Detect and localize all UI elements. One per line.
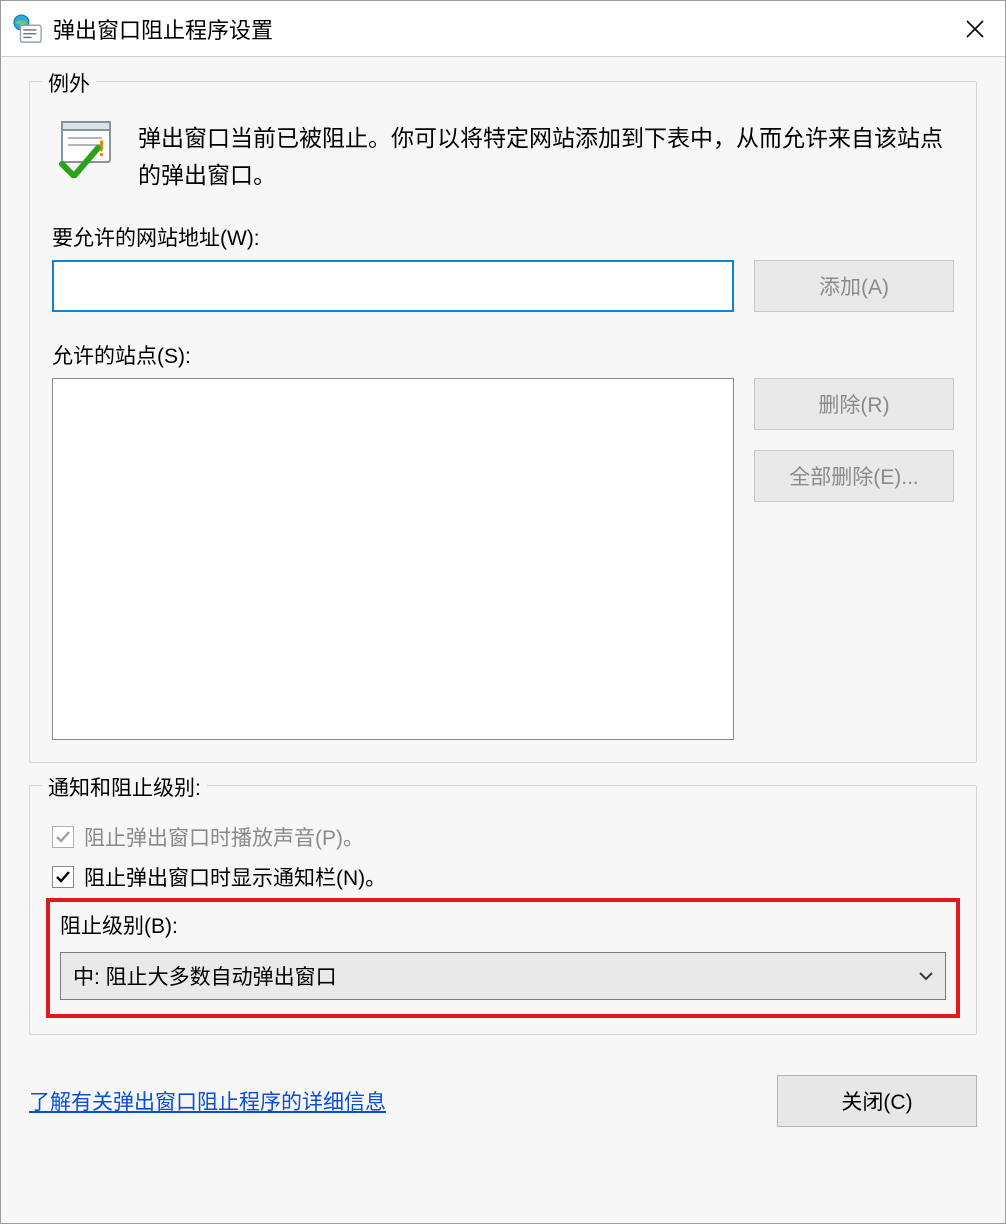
address-input[interactable] bbox=[52, 260, 734, 312]
checkbox-icon bbox=[52, 866, 74, 888]
info-page-icon: ! bbox=[56, 118, 116, 178]
chevron-down-icon bbox=[917, 967, 935, 985]
info-description: 弹出窗口当前已被阻止。你可以将特定网站添加到下表中，从而允许来自该站点的弹出窗口… bbox=[138, 118, 954, 194]
remove-button[interactable]: 删除(R) bbox=[754, 378, 954, 430]
dialog-footer: 了解有关弹出窗口阻止程序的详细信息 关闭(C) bbox=[29, 1075, 977, 1127]
allowed-sites-label: 允许的站点(S): bbox=[52, 340, 954, 370]
notifications-legend: 通知和阻止级别: bbox=[42, 772, 207, 802]
exceptions-group: 例外 ! 弹出窗口当前已被阻止。你可以将特定网站添加到下表中，从而允许来自该站点… bbox=[29, 81, 977, 763]
dialog-title: 弹出窗口阻止程序设置 bbox=[53, 13, 945, 45]
learn-more-link[interactable]: 了解有关弹出窗口阻止程序的详细信息 bbox=[29, 1086, 386, 1116]
add-button[interactable]: 添加(A) bbox=[754, 260, 954, 312]
remove-all-button[interactable]: 全部删除(E)... bbox=[754, 450, 954, 502]
show-bar-label: 阻止弹出窗口时显示通知栏(N)。 bbox=[84, 862, 386, 892]
address-label: 要允许的网站地址(W): bbox=[52, 222, 954, 252]
info-row: ! 弹出窗口当前已被阻止。你可以将特定网站添加到下表中，从而允许来自该站点的弹出… bbox=[52, 118, 954, 194]
address-input-row: 添加(A) bbox=[52, 260, 954, 312]
play-sound-checkbox-row[interactable]: 阻止弹出窗口时播放声音(P)。 bbox=[52, 822, 954, 852]
block-level-dropdown[interactable]: 中: 阻止大多数自动弹出窗口 bbox=[60, 952, 946, 1000]
show-bar-checkbox-row[interactable]: 阻止弹出窗口时显示通知栏(N)。 bbox=[52, 862, 954, 892]
block-level-label: 阻止级别(B): bbox=[60, 910, 946, 940]
play-sound-label: 阻止弹出窗口时播放声音(P)。 bbox=[84, 822, 364, 852]
close-window-button[interactable] bbox=[945, 1, 1005, 57]
popup-blocker-settings-dialog: 弹出窗口阻止程序设置 例外 ! bbox=[0, 0, 1006, 1224]
block-level-highlight: 阻止级别(B): 中: 阻止大多数自动弹出窗口 bbox=[46, 898, 960, 1018]
notifications-group: 通知和阻止级别: 阻止弹出窗口时播放声音(P)。 阻止弹出窗口时显示通知栏(N)… bbox=[29, 785, 977, 1035]
app-icon bbox=[13, 14, 43, 44]
exceptions-legend: 例外 bbox=[42, 68, 96, 98]
block-level-value: 中: 阻止大多数自动弹出窗口 bbox=[73, 961, 909, 991]
dialog-content: 例外 ! 弹出窗口当前已被阻止。你可以将特定网站添加到下表中，从而允许来自该站点… bbox=[1, 57, 1005, 1223]
list-side-buttons: 删除(R) 全部删除(E)... bbox=[754, 378, 954, 502]
close-icon bbox=[965, 19, 985, 39]
titlebar: 弹出窗口阻止程序设置 bbox=[1, 1, 1005, 57]
allowed-sites-listbox[interactable] bbox=[52, 378, 734, 740]
checkbox-icon bbox=[52, 826, 74, 848]
close-button[interactable]: 关闭(C) bbox=[777, 1075, 977, 1127]
allowed-sites-row: 删除(R) 全部删除(E)... bbox=[52, 378, 954, 740]
